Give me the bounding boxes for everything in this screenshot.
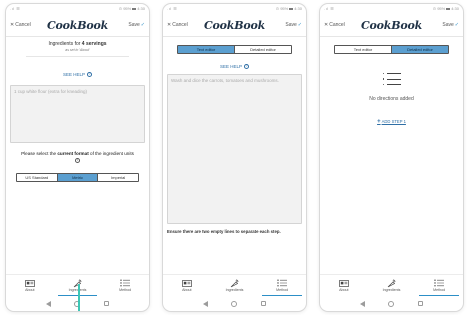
touch-indicator [78, 284, 80, 311]
cookbook-logo: CookBook [203, 18, 266, 32]
id-card-icon [338, 279, 349, 287]
nav-tab-method[interactable]: Method [415, 275, 463, 296]
help-icon: ? [244, 63, 249, 69]
method-textarea[interactable]: Wash and dice the carrots, tomatoes and … [167, 74, 302, 224]
clock: 4:30 [294, 6, 302, 11]
nav-tab-about[interactable]: About [163, 275, 211, 296]
nav-tab-method[interactable]: Method [258, 275, 306, 296]
bottom-nav: About Ingredients Method [163, 274, 306, 296]
save-button[interactable]: Save ✓ [442, 22, 459, 28]
empty-state-message: No directions added [369, 96, 414, 102]
carrot-icon [230, 278, 240, 287]
signal-icon: .ıl ☰ [10, 6, 21, 11]
close-icon: ✕ [324, 22, 329, 28]
separator-instruction: Ensure there are two empty lines to sepa… [167, 229, 281, 234]
save-button[interactable]: Save ✓ [128, 22, 145, 28]
back-icon[interactable] [45, 300, 51, 307]
check-icon: ✓ [140, 22, 145, 28]
battery-icon [446, 7, 451, 10]
app-bar: ✕ Cancel CookBook Save ✓ [6, 16, 149, 34]
battery-level: ⊙ 95% [432, 6, 446, 11]
ingredients-textarea[interactable]: 1 cup white flour (extra for kneading) [10, 85, 145, 143]
plus-icon: + [377, 119, 381, 125]
editor-mode-tabs: Text editor Detailed editor [334, 45, 449, 54]
recents-icon[interactable] [103, 300, 110, 307]
tab-detailed-editor[interactable]: Detailed editor [392, 46, 448, 53]
back-icon[interactable] [202, 300, 208, 307]
system-nav-bar [163, 296, 306, 311]
check-icon: ✓ [297, 22, 302, 28]
home-icon[interactable] [231, 300, 238, 307]
see-help-link[interactable]: SEE HELP? [6, 72, 149, 77]
nav-tab-ingredients[interactable]: Ingredients [368, 275, 416, 296]
nav-tab-method[interactable]: Method [101, 275, 149, 296]
cookbook-logo: CookBook [360, 18, 423, 32]
close-icon: ✕ [167, 22, 172, 28]
recents-icon[interactable] [260, 300, 267, 307]
battery-level: ⊙ 95% [275, 6, 289, 11]
help-icon: ? [87, 71, 92, 77]
unit-option-imperial[interactable]: Imperial [98, 174, 138, 181]
unit-option-us-standard[interactable]: US Standard [17, 174, 58, 181]
servings-source-note: as set in 'About' [65, 48, 90, 52]
phone-screen-method-text: .ıl ☰ ⊙ 95% 4:30 ✕ Cancel CookBook Save ✓ … [163, 4, 306, 311]
battery-icon [289, 7, 294, 10]
tab-text-editor[interactable]: Text editor [335, 46, 392, 53]
nav-tab-about[interactable]: About [320, 275, 368, 296]
add-step-button[interactable]: +ADD STEP 1 [320, 119, 463, 125]
signal-icon: .ıl ☰ [324, 6, 335, 11]
home-icon[interactable] [388, 300, 395, 307]
info-icon[interactable]: i [75, 157, 80, 163]
phone-screen-ingredients: .ıl ☰ ⊙ 95% 4:30 ✕ Cancel CookBook Save ✓ … [6, 4, 149, 311]
nav-tab-about[interactable]: About [6, 275, 54, 296]
tab-text-editor[interactable]: Text editor [178, 46, 235, 53]
divider [26, 56, 129, 57]
servings-count: 4 servings [81, 41, 107, 47]
unit-format-selector: US Standard Metric Imperial [16, 173, 139, 182]
app-bar: ✕ Cancel CookBook Save ✓ [163, 16, 306, 34]
save-button[interactable]: Save ✓ [285, 22, 302, 28]
status-bar: .ıl ☰ ⊙ 95% 4:30 [320, 4, 463, 13]
list-icon [277, 279, 288, 287]
see-help-link[interactable]: SEE HELP? [163, 64, 306, 69]
tab-detailed-editor[interactable]: Detailed editor [235, 46, 291, 53]
carrot-icon [387, 278, 397, 287]
battery-icon [132, 7, 137, 10]
system-nav-bar [320, 296, 463, 311]
empty-list-icon [382, 72, 401, 86]
divider [320, 36, 463, 37]
bottom-nav: About Ingredients Method [320, 274, 463, 296]
recents-icon[interactable] [417, 300, 424, 307]
unit-format-question: Please select the current format of the … [21, 151, 134, 163]
ingredients-heading: Ingredients for 4 servings [48, 41, 107, 47]
cancel-button[interactable]: ✕ Cancel [10, 22, 31, 28]
cancel-button[interactable]: ✕ Cancel [167, 22, 188, 28]
back-icon[interactable] [359, 300, 365, 307]
close-icon: ✕ [10, 22, 15, 28]
divider [6, 36, 149, 37]
id-card-icon [181, 279, 192, 287]
list-icon [120, 279, 131, 287]
clock: 4:30 [137, 6, 145, 11]
phone-screen-method-detailed: .ıl ☰ ⊙ 95% 4:30 ✕ Cancel CookBook Save ✓ … [320, 4, 463, 311]
signal-icon: .ıl ☰ [167, 6, 178, 11]
nav-tab-ingredients[interactable]: Ingredients [211, 275, 259, 296]
unit-option-metric[interactable]: Metric [57, 174, 99, 181]
check-icon: ✓ [454, 22, 459, 28]
editor-mode-tabs: Text editor Detailed editor [177, 45, 292, 54]
cancel-button[interactable]: ✕ Cancel [324, 22, 345, 28]
app-bar: ✕ Cancel CookBook Save ✓ [320, 16, 463, 34]
status-bar: .ıl ☰ ⊙ 95% 4:30 [163, 4, 306, 13]
cookbook-logo: CookBook [46, 18, 109, 32]
battery-level: ⊙ 95% [118, 6, 132, 11]
status-bar: .ıl ☰ ⊙ 95% 4:30 [6, 4, 149, 13]
clock: 4:30 [451, 6, 459, 11]
divider [163, 36, 306, 37]
id-card-icon [24, 279, 35, 287]
list-icon [434, 279, 445, 287]
